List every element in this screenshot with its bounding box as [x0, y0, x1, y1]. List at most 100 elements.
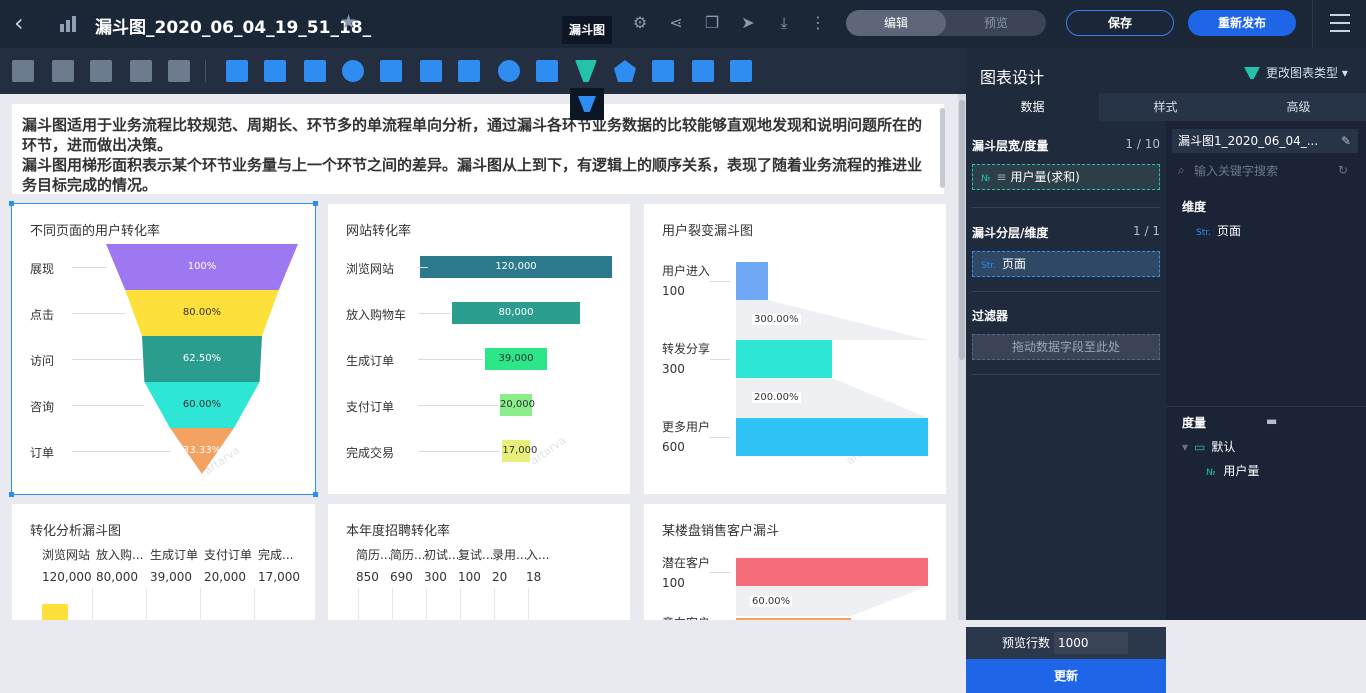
line-chart-icon[interactable] [226, 60, 248, 82]
gauge-icon[interactable] [498, 60, 520, 82]
canvas-scrollbar-thumb[interactable] [959, 100, 965, 360]
field-config-column: 漏斗层宽/度量 1 / 10 № ≡ 用户量(求和) 漏斗分层/维度 1 / 1 S… [966, 121, 1166, 693]
query-icon[interactable] [12, 60, 34, 82]
resize-handle[interactable] [9, 492, 14, 497]
tree-icon[interactable] [730, 60, 752, 82]
refresh-icon[interactable]: ↻ [1338, 163, 1348, 177]
resize-handle[interactable] [313, 492, 318, 497]
divider [1166, 406, 1366, 407]
resize-handle[interactable] [9, 201, 14, 206]
share-icon[interactable]: ⋖ [666, 13, 686, 33]
tab-data[interactable]: 数据 [966, 93, 1099, 121]
hamburger-menu-icon[interactable] [1330, 14, 1350, 32]
chart-card-property-sales[interactable]: 某楼盘销售客户漏斗 潜在客户 100 60.00% 意向客户 [644, 504, 946, 620]
leader-line [418, 405, 498, 406]
collapse-icon[interactable]: ▬ [1266, 414, 1277, 428]
preview-mode-tab[interactable]: 预览 [946, 10, 1046, 36]
funnel-variant-icon[interactable] [578, 96, 596, 112]
map-icon[interactable] [536, 60, 558, 82]
tab-advanced[interactable]: 高级 [1232, 93, 1365, 121]
chart-card-user-fission[interactable]: 用户裂变漏斗图 artarva用户进入100300.00%转发分享300200.… [644, 204, 946, 494]
grid-line [494, 588, 495, 620]
funnel-variant-dropdown[interactable] [570, 88, 604, 120]
field-search-input[interactable]: 输入关键字搜索 [1172, 159, 1356, 183]
category-label: 完成交易 [346, 446, 395, 460]
edit-dataset-icon[interactable]: ✎ [1334, 129, 1358, 153]
value-label: 600 [662, 440, 685, 454]
chart-card-recruit-conversion[interactable]: 本年度招聘转化率 简历... 850 简历... 690 初试... 300 复试... 10… [328, 504, 630, 620]
link-icon[interactable] [90, 60, 112, 82]
panel-title: 图表设计 [980, 68, 1045, 87]
number-type-icon: № [1206, 468, 1216, 478]
value-label: 100 [662, 576, 685, 590]
grid-line [200, 588, 201, 620]
measure-list-item[interactable]: № 用户量 [1206, 462, 1259, 479]
change-chart-type-button[interactable]: 更改图表类型 ▾ [1244, 64, 1348, 81]
value-label: 100 [662, 284, 685, 298]
wordcloud-icon[interactable] [692, 60, 714, 82]
canvas-scrollbar[interactable] [958, 94, 966, 620]
back-icon[interactable]: ‹ [14, 10, 38, 38]
dimension-field-label: 页面 [1001, 257, 1026, 271]
folder-default[interactable]: ▾ ▭ 默认 [1182, 438, 1235, 455]
funnel-bar [736, 558, 928, 586]
divider [972, 374, 1160, 375]
description-scrollbar[interactable] [940, 108, 945, 188]
kpi-icon[interactable] [458, 60, 480, 82]
publish-button[interactable]: 重新发布 [1188, 10, 1296, 36]
tab-style[interactable]: 样式 [1099, 93, 1232, 121]
category-label: 访问 [30, 354, 55, 368]
conversion-label: 300.00% [752, 314, 801, 325]
chart-title: 某楼盘销售客户漏斗 [662, 524, 780, 539]
measure-section-label: 漏斗层宽/度量 [972, 139, 1049, 153]
sort-icon: ≡ [996, 170, 1007, 184]
crosstab-icon[interactable] [380, 60, 402, 82]
area-chart-icon[interactable] [304, 60, 326, 82]
measure-field-pill[interactable]: № ≡ 用户量(求和) [972, 164, 1160, 190]
heatmap-icon[interactable] [652, 60, 674, 82]
leader-line [72, 451, 170, 452]
dataset-select[interactable]: 漏斗图1_2020_06_04_... [1172, 129, 1356, 153]
chart-card-page-conversion[interactable]: 不同页面的用户转化率 artarva 100% 展现 80.00% 点击 62.50% 访问… [9, 201, 318, 497]
dimension-field-pill[interactable]: Str. 页面 [972, 251, 1160, 277]
save-button[interactable]: 保存 [1066, 10, 1174, 36]
image-icon[interactable] [168, 60, 190, 82]
page-title[interactable]: 漏斗图_2020_06_04_19_51_18_ [95, 13, 371, 38]
funnel-icon[interactable] [575, 60, 597, 82]
chart-card-conversion-analysis[interactable]: 转化分析漏斗图 浏览网站 120,000 放入购... 80,000 生成订单 39,00… [12, 504, 315, 620]
text-icon[interactable] [52, 60, 74, 82]
filter-drop-zone[interactable]: 拖动数据字段至此处 [972, 334, 1160, 360]
copy-icon[interactable]: ❐ [702, 13, 722, 33]
update-button[interactable]: 更新 [966, 659, 1166, 693]
value-label: 300 [424, 570, 447, 584]
category-label: 复试... [458, 548, 494, 562]
leader-line [710, 359, 730, 360]
preview-rows-input[interactable]: 1000 [1054, 632, 1128, 654]
dimension-list-item[interactable]: Str. 页面 [1196, 222, 1241, 239]
funnel-segment: 80.00% [125, 290, 279, 336]
value-label: 300 [662, 362, 685, 376]
pie-chart-icon[interactable] [342, 60, 364, 82]
chart-title: 转化分析漏斗图 [30, 524, 122, 539]
funnel-segment: 100% [106, 244, 298, 290]
chart-toolbar [0, 48, 966, 94]
category-label: 展现 [30, 262, 55, 276]
string-type-icon: Str. [1196, 228, 1211, 238]
star-icon[interactable]: ★ [340, 11, 357, 33]
mode-switch[interactable]: 编辑 预览 [846, 10, 1046, 36]
scatter-icon[interactable] [420, 60, 442, 82]
send-icon[interactable]: ➤ [738, 13, 758, 33]
more-icon[interactable]: ⋮ [808, 13, 828, 33]
grid-line [460, 588, 461, 620]
table-icon[interactable] [130, 60, 152, 82]
chart-card-website-conversion[interactable]: 网站转化率 artarva 120,000 浏览网站 80,000 放入购物车 39,00… [328, 204, 630, 494]
download-icon[interactable]: ⤓ [774, 13, 794, 33]
gear-icon[interactable]: ⚙ [630, 13, 650, 33]
edit-mode-tab[interactable]: 编辑 [846, 10, 946, 36]
grid-line [358, 588, 359, 620]
category-label: 完成... [258, 548, 294, 562]
bar-chart-icon[interactable] [264, 60, 286, 82]
resize-handle[interactable] [313, 201, 318, 206]
radar-icon[interactable] [614, 60, 636, 82]
caret-down-icon: ▾ [1182, 440, 1189, 454]
